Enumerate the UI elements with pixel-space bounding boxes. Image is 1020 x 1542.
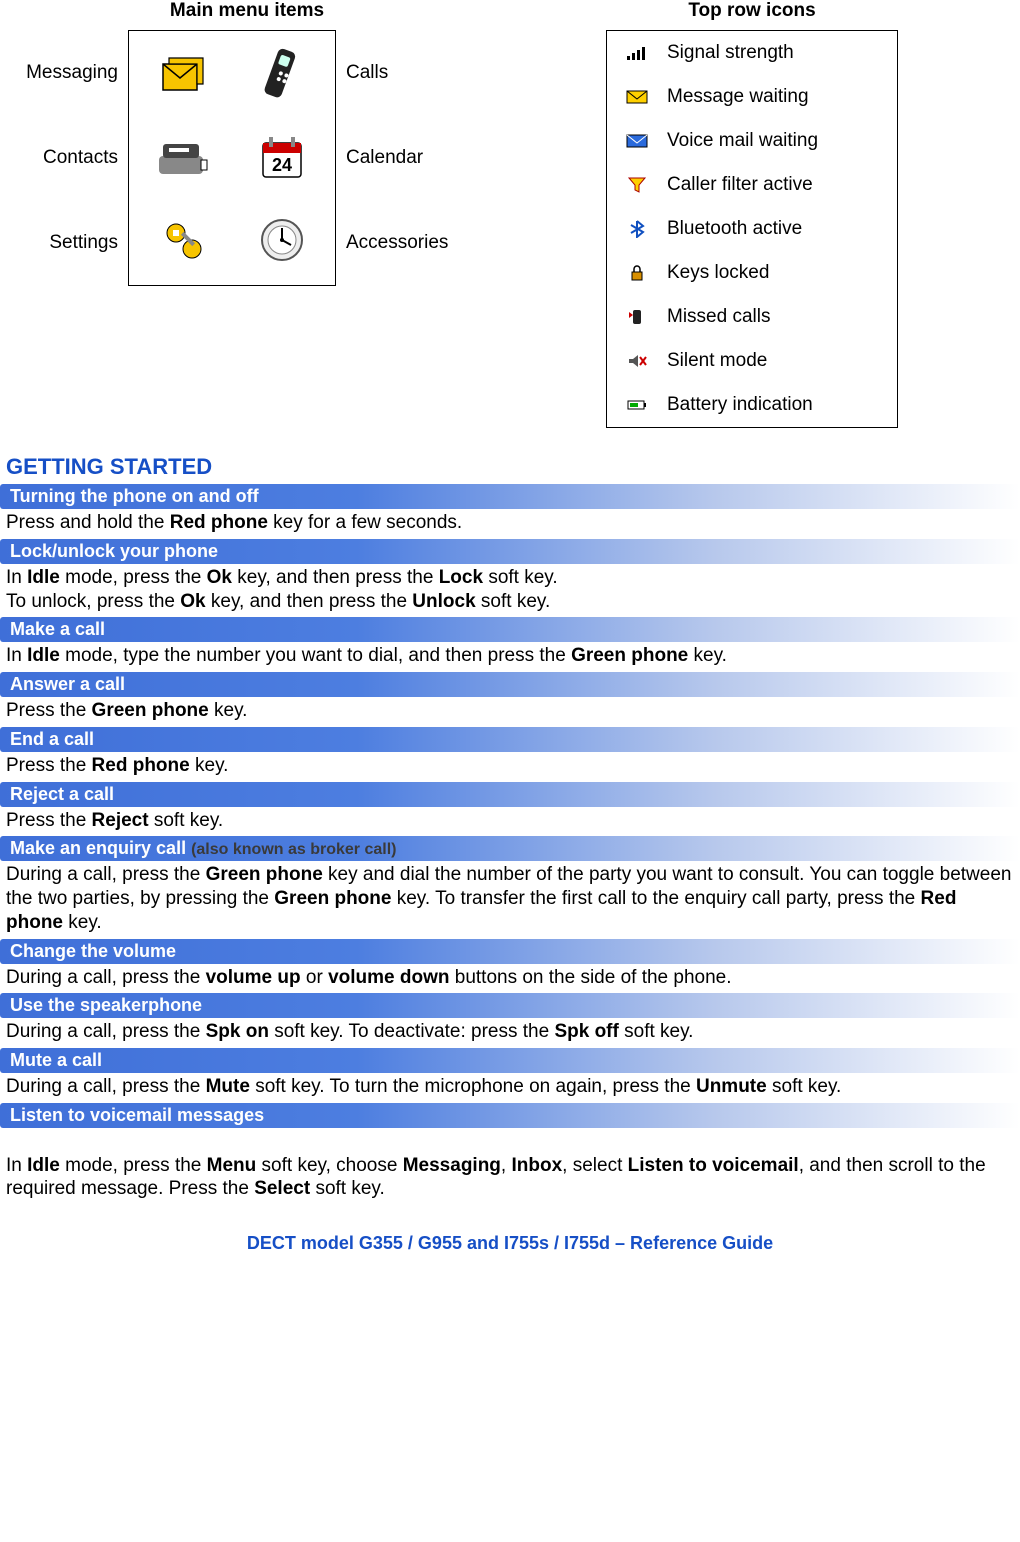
section-subtitle: (also known as broker call)	[191, 841, 396, 858]
top-icons-table: Signal strength Message waiting Voice ma…	[606, 30, 898, 428]
section-bar: Mute a call	[0, 1048, 1020, 1073]
section-bar: Make a call	[0, 617, 1020, 642]
main-menu-section: Main menu items Messaging Contacts Setti…	[8, 0, 486, 428]
silent-mode-icon	[607, 352, 667, 370]
top-icons-heading: Top row icons	[688, 0, 815, 22]
top-row-icons-section: Top row icons Signal strength Message wa…	[606, 0, 898, 428]
battery-label: Battery indication	[667, 394, 813, 416]
section-body: During a call, press the Green phone key…	[0, 861, 1020, 936]
section-bar: Make an enquiry call (also known as brok…	[0, 836, 1020, 861]
menu-label-accessories: Accessories	[346, 232, 486, 254]
voicemail-waiting-label: Voice mail waiting	[667, 130, 818, 152]
signal-strength-label: Signal strength	[667, 42, 794, 64]
section-bar: Listen to voicemail messages	[0, 1103, 1020, 1128]
menu-label-settings: Settings	[8, 232, 118, 254]
menu-label-calls: Calls	[346, 62, 486, 84]
footer: DECT model G355 / G955 and I755s / I755d…	[0, 1233, 1020, 1264]
main-menu-heading: Main menu items	[170, 0, 324, 22]
section-body: In Idle mode, press the Ok key, and then…	[0, 564, 1020, 616]
caller-filter-icon	[607, 176, 667, 194]
message-waiting-label: Message waiting	[667, 86, 809, 108]
accessories-icon	[234, 201, 329, 279]
calls-icon	[234, 37, 329, 115]
section-body: Press the Red phone key.	[0, 752, 1020, 780]
voicemail-waiting-icon	[607, 132, 667, 150]
svg-text:24: 24	[271, 155, 291, 175]
message-waiting-icon	[607, 88, 667, 106]
battery-icon	[607, 396, 667, 414]
section-bar: Lock/unlock your phone	[0, 539, 1020, 564]
section-bar: Change the volume	[0, 939, 1020, 964]
menu-grid: 24	[128, 30, 336, 286]
menu-label-messaging: Messaging	[8, 62, 118, 84]
sections-container: Turning the phone on and off Press and h…	[0, 484, 1020, 1203]
menu-labels-right: Calls Calendar Accessories	[336, 30, 486, 286]
silent-mode-label: Silent mode	[667, 350, 767, 372]
section-body: During a call, press the volume up or vo…	[0, 964, 1020, 992]
keys-locked-icon	[607, 264, 667, 282]
caller-filter-label: Caller filter active	[667, 174, 813, 196]
contacts-icon	[135, 119, 230, 197]
bluetooth-label: Bluetooth active	[667, 218, 802, 240]
section-bar: Answer a call	[0, 672, 1020, 697]
menu-label-contacts: Contacts	[8, 147, 118, 169]
settings-icon	[135, 201, 230, 279]
section-body: Press and hold the Red phone key for a f…	[0, 509, 1020, 537]
section-body: During a call, press the Mute soft key. …	[0, 1073, 1020, 1101]
section-bar: End a call	[0, 727, 1020, 752]
section-bar: Use the speakerphone	[0, 993, 1020, 1018]
keys-locked-label: Keys locked	[667, 262, 769, 284]
signal-strength-icon	[607, 44, 667, 62]
section-bar: Turning the phone on and off	[0, 484, 1020, 509]
messaging-icon	[135, 37, 230, 115]
bluetooth-icon	[607, 220, 667, 238]
menu-label-calendar: Calendar	[346, 147, 486, 169]
top-section: Main menu items Messaging Contacts Setti…	[0, 0, 1020, 448]
section-body: Press the Green phone key.	[0, 697, 1020, 725]
missed-calls-label: Missed calls	[667, 306, 770, 328]
section-title: GETTING STARTED	[0, 448, 1020, 482]
section-body: In Idle mode, type the number you want t…	[0, 642, 1020, 670]
calendar-icon: 24	[234, 119, 329, 197]
menu-labels-left: Messaging Contacts Settings	[8, 30, 128, 286]
missed-calls-icon	[607, 308, 667, 326]
section-body: In Idle mode, press the Menu soft key, c…	[0, 1128, 1020, 1203]
section-body: Press the Reject soft key.	[0, 807, 1020, 835]
section-bar: Reject a call	[0, 782, 1020, 807]
section-body: During a call, press the Spk on soft key…	[0, 1018, 1020, 1046]
